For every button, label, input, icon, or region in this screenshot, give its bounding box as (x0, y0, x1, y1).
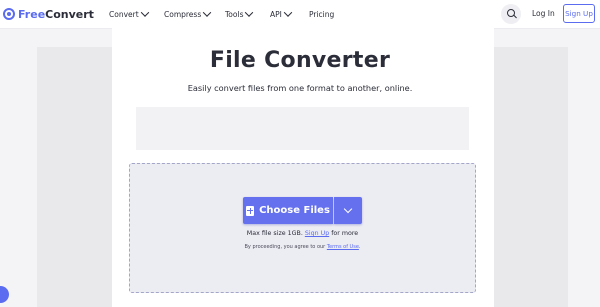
choose-files-label: Choose Files (259, 205, 330, 216)
max-file-size-note: Max file size 1GB. Sign Up for more (0, 230, 600, 237)
banner-ad-slot (136, 107, 469, 150)
page-subtitle: Easily convert files from one format to … (187, 83, 413, 93)
nav-pricing-label: Pricing (309, 9, 335, 19)
logo-icon (3, 8, 15, 20)
nav-convert-label: Convert (109, 9, 139, 19)
top-navbar: Free Convert Convert Compress Tools API P… (0, 0, 600, 29)
chevron-down-icon (203, 8, 212, 17)
logo-text-convert: Convert (45, 7, 94, 21)
page-title: File Converter (209, 48, 391, 73)
nav-pricing[interactable]: Pricing (309, 8, 334, 20)
chevron-down-icon (140, 8, 149, 17)
file-dropzone[interactable] (129, 163, 476, 293)
freeconvert-logo[interactable]: Free Convert (3, 7, 94, 21)
chevron-down-icon (283, 8, 293, 17)
nav-api-label: API (270, 9, 282, 19)
chevron-down-icon (245, 8, 254, 17)
nav-tools[interactable]: Tools (225, 8, 254, 20)
signup-link[interactable]: Sign Up (305, 230, 329, 237)
chat-widget-button[interactable] (0, 286, 9, 303)
terms-link[interactable]: Terms of Use (327, 244, 359, 250)
logo-text-free: Free (18, 7, 46, 21)
terms-note: By proceeding, you agree to our Terms of… (0, 244, 600, 250)
terms-suffix: . (358, 244, 361, 250)
max-size-suffix: for more (331, 230, 359, 237)
nav-api[interactable]: API (270, 8, 293, 20)
choose-files-button[interactable]: Choose Files (243, 197, 333, 224)
search-button[interactable] (501, 4, 521, 24)
nav-compress[interactable]: Compress (164, 8, 212, 20)
upload-source-dropdown[interactable] (334, 197, 362, 224)
nav-tools-label: Tools (225, 9, 244, 19)
max-size-text: Max file size 1GB. (246, 230, 303, 237)
signup-button[interactable]: Sign Up (563, 4, 595, 23)
file-add-icon (246, 205, 255, 216)
terms-text: By proceeding, you agree to our (244, 244, 326, 250)
chevron-down-icon (343, 204, 353, 214)
nav-compress-label: Compress (164, 9, 202, 19)
login-link[interactable]: Log In (532, 9, 555, 18)
nav-convert[interactable]: Convert (109, 8, 149, 20)
